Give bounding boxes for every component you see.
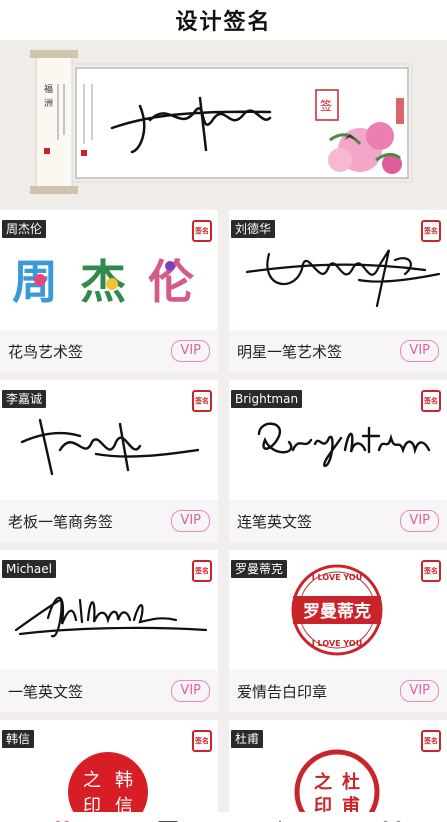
vip-badge[interactable]: VIP xyxy=(400,510,439,532)
card-label: 明星一笔艺术签 xyxy=(237,342,343,361)
card-name-tag: 周杰伦 xyxy=(2,220,47,238)
card-business[interactable]: 李嘉诚 签名 老板一笔商务签 VIP xyxy=(0,380,218,542)
svg-text:印: 印 xyxy=(83,796,101,812)
card-label: 一笔英文签 xyxy=(8,682,84,701)
card-label: 爱情告白印章 xyxy=(237,682,328,701)
svg-text:杜: 杜 xyxy=(342,771,360,793)
seal-stamp-icon: 签名 xyxy=(421,220,441,242)
svg-text:I LOVE YOU: I LOVE YOU xyxy=(312,573,362,582)
card-name-tag: 刘德华 xyxy=(231,220,276,238)
vip-badge[interactable]: VIP xyxy=(400,340,439,362)
card-footer: 连笔英文签 VIP xyxy=(229,500,447,542)
seal-stamp-icon: 签名 xyxy=(192,560,212,582)
svg-text:洲: 洲 xyxy=(44,98,53,109)
card-name-tag: 韩信 xyxy=(2,730,35,748)
card-name-tag: 罗曼蒂克 xyxy=(231,560,288,578)
svg-text:之: 之 xyxy=(83,770,101,791)
seal-text: 罗曼蒂克 xyxy=(303,601,371,622)
tab-profile-icon[interactable] xyxy=(380,814,404,822)
svg-text:I LOVE YOU: I LOVE YOU xyxy=(312,639,362,648)
seal-stamp-icon: 签名 xyxy=(421,390,441,412)
seal-stamp-icon: 签名 xyxy=(421,560,441,582)
card-footer: 花鸟艺术签 VIP xyxy=(0,330,218,372)
card-label: 花鸟艺术签 xyxy=(8,342,84,361)
card-label: 老板一笔商务签 xyxy=(8,512,114,531)
card-round-seal[interactable]: 之 韩 印 信 韩信 签名 xyxy=(0,720,218,812)
card-label: 连笔英文签 xyxy=(237,512,313,531)
svg-text:韩: 韩 xyxy=(115,770,133,791)
svg-text:福: 福 xyxy=(44,83,53,95)
svg-text:印: 印 xyxy=(314,796,332,812)
vip-badge[interactable]: VIP xyxy=(171,510,210,532)
seal-stamp-icon: 签名 xyxy=(421,730,441,752)
card-one-stroke[interactable]: 刘德华 签名 明星一笔艺术签 VIP xyxy=(229,210,447,372)
vip-badge[interactable]: VIP xyxy=(171,680,210,702)
svg-text:之: 之 xyxy=(314,771,332,793)
card-english-cursive[interactable]: Brightman 签名 连笔英文签 VIP xyxy=(229,380,447,542)
card-footer: 一笔英文签 VIP xyxy=(0,670,218,712)
card-name-tag: 杜甫 xyxy=(231,730,264,748)
seal-stamp-icon: 签名 xyxy=(192,730,212,752)
card-name-tag: 李嘉诚 xyxy=(2,390,47,408)
vip-badge[interactable]: VIP xyxy=(171,340,210,362)
card-footer: 爱情告白印章 VIP xyxy=(229,670,447,712)
svg-text:杰: 杰 xyxy=(80,255,126,309)
card-name-tag: Michael xyxy=(2,560,56,578)
tab-design-icon[interactable] xyxy=(48,814,72,822)
svg-text:甫: 甫 xyxy=(342,795,360,812)
page-title: 设计签名 xyxy=(175,10,272,35)
card-love-seal[interactable]: I LOVE YOU I LOVE YOU 罗曼蒂克 罗曼蒂克 签名 爱情告白印… xyxy=(229,550,447,712)
card-footer: 老板一笔商务签 VIP xyxy=(0,500,218,542)
seal-stamp-icon: 签名 xyxy=(192,390,212,412)
vip-badge[interactable]: VIP xyxy=(400,680,439,702)
banner-image: 福 洲 签 xyxy=(30,50,413,194)
tab-star-icon[interactable] xyxy=(268,814,292,822)
card-footer: 明星一笔艺术签 VIP xyxy=(229,330,447,372)
banner[interactable]: 福 洲 签 xyxy=(0,40,447,204)
header-bar: 设计签名 xyxy=(0,0,447,40)
card-name-tag: Brightman xyxy=(231,390,303,408)
svg-text:签: 签 xyxy=(320,98,332,113)
tab-discover-icon[interactable] xyxy=(156,814,180,822)
card-flower-bird[interactable]: 周 杰 伦 周杰伦 签名 花鸟艺术签 VIP xyxy=(0,210,218,372)
card-ring-seal[interactable]: 之 杜 印 甫 杜甫 签名 xyxy=(229,720,447,812)
seal-stamp-icon: 签名 xyxy=(192,220,212,242)
svg-text:信: 信 xyxy=(115,796,133,812)
bottom-tab-bar xyxy=(0,812,447,822)
card-english-one[interactable]: Michael 签名 一笔英文签 VIP xyxy=(0,550,218,712)
